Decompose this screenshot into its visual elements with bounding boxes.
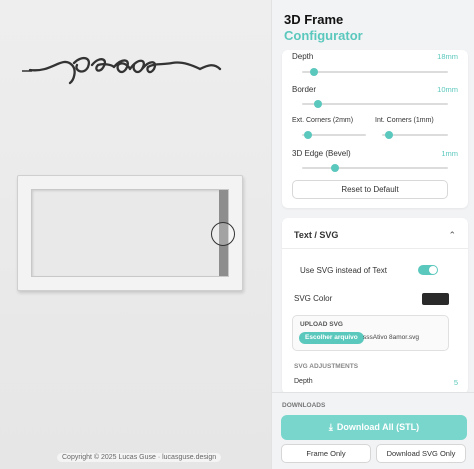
download-all-button[interactable]: ⤓ Download All (STL)	[281, 415, 467, 440]
page-title: 3D Frame	[284, 12, 344, 27]
use-svg-toggle[interactable]	[418, 265, 438, 275]
copyright-text: Copyright © 2025 Lucas Guse · lucasguse.…	[57, 453, 222, 462]
bevel-value: 1mm	[441, 149, 458, 158]
use-svg-label: Use SVG instead of Text	[300, 266, 388, 275]
border-label: Border	[292, 85, 317, 94]
svg-color-label: SVG Color	[294, 294, 333, 303]
int-corners-slider[interactable]	[382, 131, 448, 139]
upload-svg-label: UPLOAD SVG	[300, 321, 343, 328]
choose-file-button[interactable]: Escolher arquivo	[299, 332, 364, 344]
section-title-text-svg[interactable]: Text / SVG	[294, 230, 338, 240]
depth-value: 18mm	[437, 52, 458, 61]
chevron-up-icon[interactable]: ⌃	[448, 230, 456, 241]
frame-inner-panel	[31, 189, 229, 277]
ext-corners-slider-handle[interactable]	[304, 131, 312, 139]
bevel-label: 3D Edge (Bevel)	[292, 149, 351, 158]
ext-corners-label: Ext. Corners (2mm)	[292, 117, 354, 124]
border-slider[interactable]	[302, 100, 448, 108]
frame-settings-card: Depth 18mm Border 10mm Ext. Corners (2mm…	[282, 50, 468, 208]
int-corners-slider-handle[interactable]	[385, 131, 393, 139]
download-svg-only-button[interactable]: Download SVG Only	[376, 444, 466, 463]
page-subtitle: Configurator	[284, 28, 363, 43]
download-all-label: Download All (STL)	[336, 422, 420, 432]
frame-model[interactable]	[17, 175, 243, 291]
config-panel: 3D Frame Configurator Depth 18mm Border …	[271, 0, 474, 469]
svg-depth-value: 5	[453, 378, 458, 387]
frame-only-button[interactable]: Frame Only	[281, 444, 371, 463]
bevel-slider[interactable]	[302, 164, 448, 172]
downloads-section: DOWNLOADS ⤓ Download All (STL) Frame Only…	[272, 392, 474, 469]
divider	[282, 248, 468, 249]
svg-word-peace	[22, 56, 222, 85]
upload-svg-box: UPLOAD SVG Escolher arquivo sssAtivo 8am…	[292, 315, 449, 351]
ext-corners-slider[interactable]	[302, 131, 366, 139]
file-name: sssAtivo 8amor.svg	[363, 334, 419, 341]
svg-color-swatch[interactable]	[422, 293, 449, 305]
text-svg-card: Text / SVG ⌃ Use SVG instead of Text SVG…	[282, 218, 468, 394]
svg-depth-label: Depth	[294, 378, 313, 385]
download-icon: ⤓	[328, 422, 333, 432]
depth-label: Depth	[292, 52, 314, 61]
3d-viewport[interactable]: Copyright © 2025 Lucas Guse · lucasguse.…	[0, 0, 271, 469]
downloads-label: DOWNLOADS	[282, 402, 326, 409]
svg-adjustments-label: SVG ADJUSTMENTS	[294, 363, 359, 370]
bevel-slider-handle[interactable]	[331, 164, 339, 172]
border-value: 10mm	[437, 85, 458, 94]
depth-slider[interactable]	[302, 68, 448, 76]
border-slider-handle[interactable]	[314, 100, 322, 108]
rotate-cursor-icon	[211, 222, 235, 246]
depth-slider-handle[interactable]	[310, 68, 318, 76]
int-corners-label: Int. Corners (1mm)	[375, 117, 434, 124]
reset-button[interactable]: Reset to Default	[292, 180, 448, 199]
